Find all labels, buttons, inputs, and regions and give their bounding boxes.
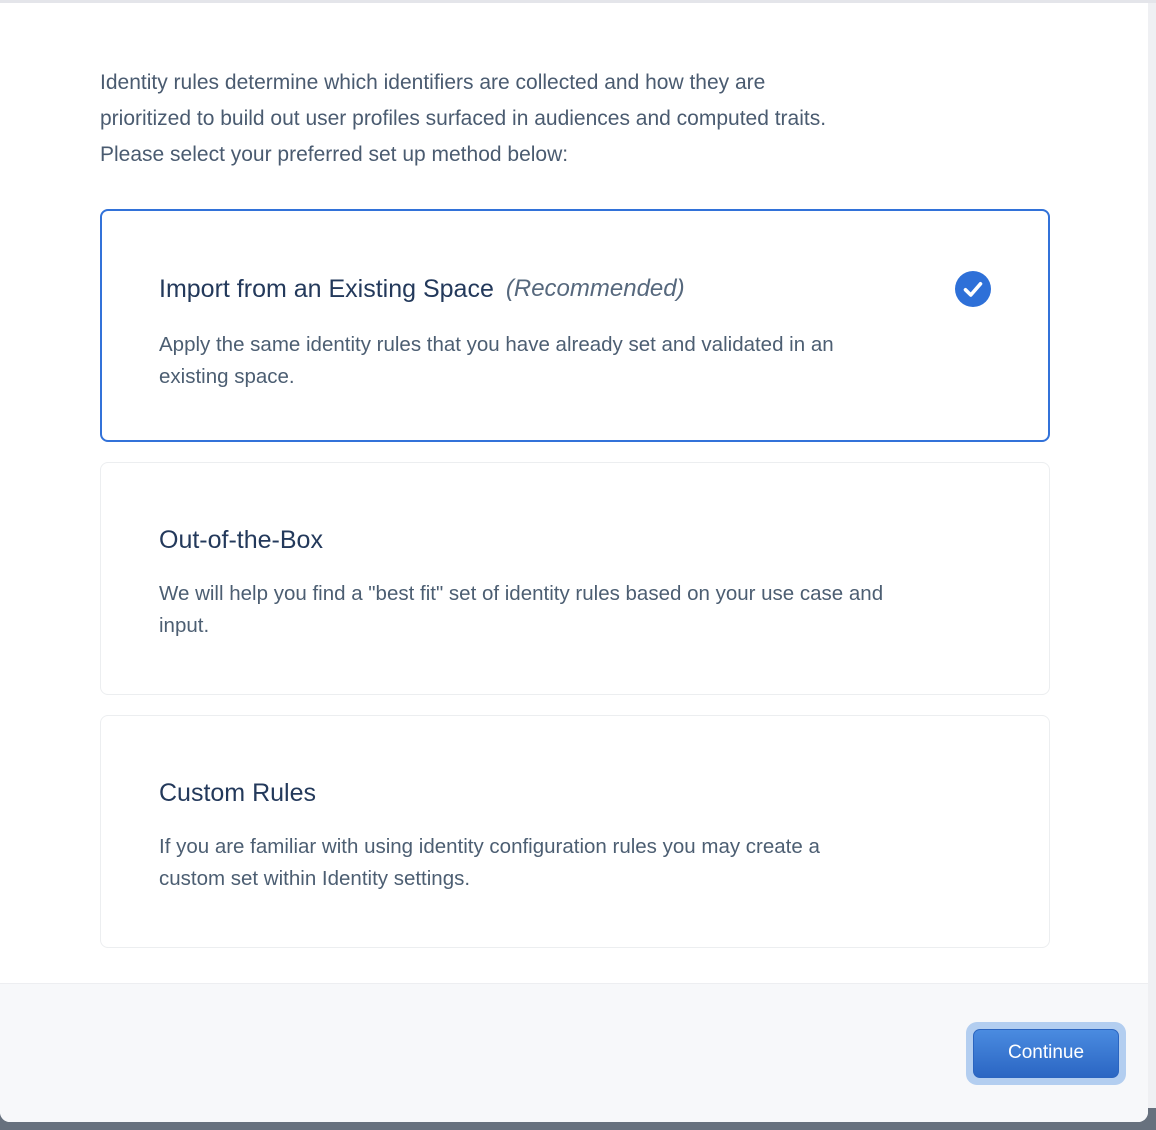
recommended-badge: (Recommended) xyxy=(506,273,685,305)
dialog-body: Identity rules determine which identifie… xyxy=(0,3,1148,983)
identity-setup-dialog: Identity rules determine which identifie… xyxy=(0,3,1148,1122)
card-description-line: existing space. xyxy=(159,361,991,393)
card-title: Out-of-the-Box xyxy=(159,524,323,556)
intro-line: prioritized to build out user profiles s… xyxy=(100,101,1050,137)
card-title: Import from an Existing Space xyxy=(159,273,494,305)
intro-line: Identity rules determine which identifie… xyxy=(100,65,1050,101)
card-description-line: If you are familiar with using identity … xyxy=(159,831,991,863)
card-description: Apply the same identity rules that you h… xyxy=(159,329,991,393)
selected-check-icon xyxy=(955,271,991,307)
intro-text: Identity rules determine which identifie… xyxy=(100,65,1050,173)
card-title-row: Out-of-the-Box xyxy=(159,524,991,556)
card-title-row: Custom Rules xyxy=(159,777,991,809)
card-title: Custom Rules xyxy=(159,777,316,809)
intro-line: Please select your preferred set up meth… xyxy=(100,137,1050,173)
card-description: If you are familiar with using identity … xyxy=(159,831,991,895)
card-description-line: custom set within Identity settings. xyxy=(159,863,991,895)
option-card-custom-rules[interactable]: Custom Rules If you are familiar with us… xyxy=(100,715,1050,948)
card-description-line: We will help you find a "best fit" set o… xyxy=(159,578,991,610)
continue-button-focus-ring: Continue xyxy=(966,1022,1126,1085)
option-card-out-of-the-box[interactable]: Out-of-the-Box We will help you find a "… xyxy=(100,462,1050,695)
continue-button[interactable]: Continue xyxy=(973,1029,1119,1078)
card-description-line: Apply the same identity rules that you h… xyxy=(159,329,991,361)
card-description-line: input. xyxy=(159,610,991,642)
option-card-import-existing-space[interactable]: Import from an Existing Space (Recommend… xyxy=(100,209,1050,442)
card-title-row: Import from an Existing Space (Recommend… xyxy=(159,271,991,307)
modal-top-divider xyxy=(0,0,1156,3)
dialog-footer: Continue xyxy=(0,983,1148,1122)
card-description: We will help you find a "best fit" set o… xyxy=(159,578,991,642)
